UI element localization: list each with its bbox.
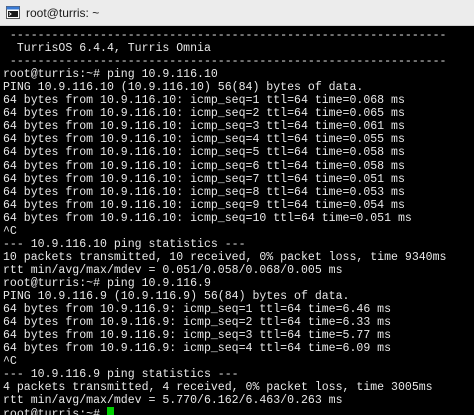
terminal-line: 64 bytes from 10.9.116.9: icmp_seq=2 ttl…: [3, 316, 392, 330]
terminal-line: ----------------------------------------…: [3, 55, 447, 69]
window-title: root@turris: ~: [26, 5, 100, 20]
terminal-line: 64 bytes from 10.9.116.9: icmp_seq=4 ttl…: [3, 342, 392, 356]
terminal-line: TurrisOS 6.4.4, Turris Omnia: [3, 42, 211, 56]
terminal-line: PING 10.9.116.9 (10.9.116.9) 56(84) byte…: [3, 290, 350, 303]
shell-prompt: root@turris:~#: [3, 408, 107, 415]
terminal-line: 64 bytes from 10.9.116.10: icmp_seq=6 tt…: [3, 159, 405, 173]
terminal-line: 64 bytes from 10.9.116.9: icmp_seq=3 ttl…: [3, 329, 392, 343]
terminal-line: --- 10.9.116.10 ping statistics ---: [3, 237, 246, 251]
title-bar[interactable]: root@turris: ~: [0, 0, 474, 26]
terminal-line: 64 bytes from 10.9.116.9: icmp_seq=1 ttl…: [3, 303, 392, 317]
terminal-line: 64 bytes from 10.9.116.10: icmp_seq=10 t…: [3, 211, 412, 225]
terminal-window: root@turris: ~ -------------------------…: [0, 0, 474, 415]
terminal-line: ^C: [3, 355, 17, 369]
terminal-line: 64 bytes from 10.9.116.10: icmp_seq=7 tt…: [3, 172, 405, 186]
terminal-output[interactable]: ----------------------------------------…: [0, 29, 474, 415]
terminal-line: rtt min/avg/max/mdev = 5.770/6.162/6.463…: [3, 394, 343, 408]
terminal-line: root@turris:~# ping 10.9.116.10: [3, 68, 218, 82]
terminal-line: 64 bytes from 10.9.116.10: icmp_seq=4 tt…: [3, 133, 405, 147]
terminal-line: --- 10.9.116.9 ping statistics ---: [3, 368, 239, 382]
terminal-line: 64 bytes from 10.9.116.10: icmp_seq=8 tt…: [3, 185, 405, 199]
terminal-line: 64 bytes from 10.9.116.10: icmp_seq=5 tt…: [3, 146, 405, 160]
terminal-line: rtt min/avg/max/mdev = 0.051/0.058/0.068…: [3, 263, 343, 277]
terminal-line: 64 bytes from 10.9.116.10: icmp_seq=3 tt…: [3, 120, 405, 134]
terminal-line: 4 packets transmitted, 4 received, 0% pa…: [3, 381, 433, 395]
terminal-line: root@turris:~# ping 10.9.116.9: [3, 276, 211, 290]
terminal-line: ^C: [3, 224, 17, 238]
terminal-line: 64 bytes from 10.9.116.10: icmp_seq=1 tt…: [3, 94, 405, 108]
terminal-line: 10 packets transmitted, 10 received, 0% …: [3, 250, 447, 264]
terminal-line: PING 10.9.116.10 (10.9.116.10) 56(84) by…: [3, 81, 364, 95]
terminal-icon: [6, 6, 20, 19]
terminal-line: 64 bytes from 10.9.116.10: icmp_seq=2 tt…: [3, 107, 405, 121]
terminal-line: ----------------------------------------…: [3, 29, 447, 42]
terminal-line: 64 bytes from 10.9.116.10: icmp_seq=9 tt…: [3, 198, 405, 212]
text-cursor: [106, 407, 114, 415]
prompt-line[interactable]: root@turris:~#: [3, 407, 114, 415]
